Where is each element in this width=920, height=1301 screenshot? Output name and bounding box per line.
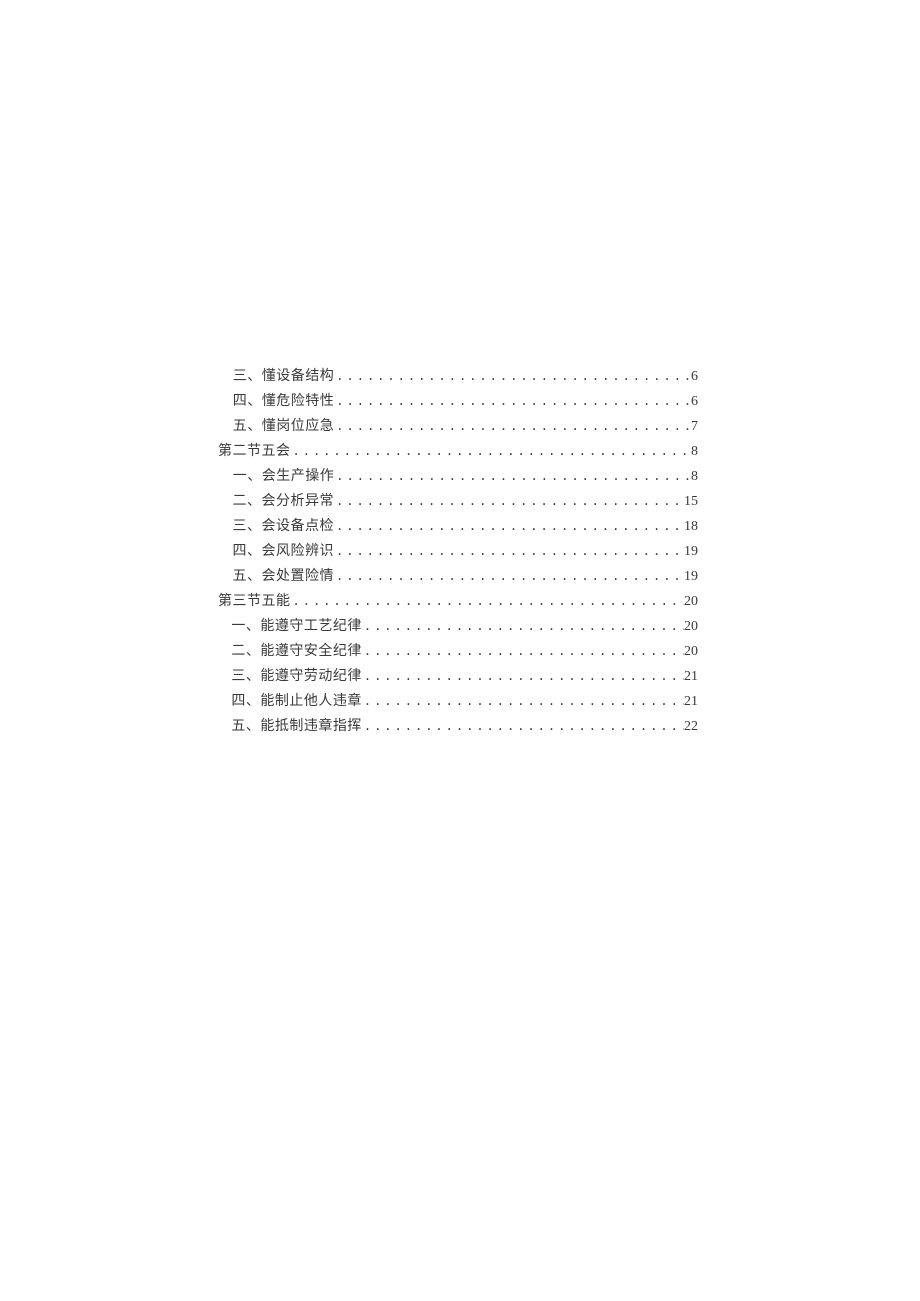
toc-entry: 三、会设备点检 18 [218,514,698,539]
toc-leader-dots [334,489,684,513]
toc-title: 五、能抵制违章指挥 [231,715,362,739]
toc-leader-dots [334,389,691,413]
toc-title: 三、能遵守劳动纪律 [231,665,362,689]
toc-title: 一、会生产操作 [233,465,335,489]
toc-page-number: 19 [684,565,698,589]
toc-title: 第二节五会 [218,440,291,464]
toc-leader-dots [362,639,684,663]
toc-title: 二、能遵守安全纪律 [231,640,362,664]
toc-entry: 第二节五会 8 [218,439,698,464]
toc-leader-dots [334,514,684,538]
toc-page-number: 8 [691,440,698,464]
toc-entry: 四、能制止他人违章 21 [218,689,698,714]
toc-leader-dots [334,464,691,488]
toc-entry: 一、能遵守工艺纪律 20 [218,614,698,639]
toc-page-number: 20 [684,615,698,639]
toc-title: 四、能制止他人违章 [231,690,362,714]
toc-entry: 三、能遵守劳动纪律 21 [218,664,698,689]
toc-leader-dots [362,689,684,713]
toc-page-number: 21 [684,665,698,689]
toc-page-number: 19 [684,540,698,564]
toc-entry: 二、会分析异常 15 [218,489,698,514]
toc-leader-dots [362,664,684,688]
toc-entry: 四、会风险辨识 19 [218,539,698,564]
toc-title: 三、会设备点检 [233,515,335,539]
toc-leader-dots [362,714,684,738]
toc-entry: 第三节五能 20 [218,589,698,614]
toc-title: 五、会处置险情 [233,565,335,589]
toc-page-number: 15 [684,490,698,514]
toc-page-number: 7 [691,415,698,439]
toc-page-number: 6 [691,390,698,414]
toc-page-number: 20 [684,590,698,614]
toc-title: 四、懂危险特性 [233,390,335,414]
toc-entry: 一、会生产操作 8 [218,464,698,489]
toc-leader-dots [334,364,691,388]
toc-page-number: 20 [684,640,698,664]
toc-entry: 五、会处置险情 19 [218,564,698,589]
toc-leader-dots [334,414,691,438]
toc-container: 三、懂设备结构 6 四、懂危险特性 6 五、懂岗位应急 7 第二节五会 8 一、… [218,364,698,739]
toc-title: 四、会风险辨识 [233,540,335,564]
toc-entry: 四、懂危险特性 6 [218,389,698,414]
toc-leader-dots [291,439,692,463]
toc-page-number: 6 [691,365,698,389]
toc-page-number: 8 [691,465,698,489]
toc-entry: 五、能抵制违章指挥 22 [218,714,698,739]
toc-page-number: 21 [684,690,698,714]
toc-entry: 二、能遵守安全纪律 20 [218,639,698,664]
toc-title: 一、能遵守工艺纪律 [231,615,362,639]
toc-page-number: 18 [684,515,698,539]
toc-entry: 三、懂设备结构 6 [218,364,698,389]
toc-leader-dots [362,614,684,638]
toc-leader-dots [334,564,684,588]
toc-title: 二、会分析异常 [233,490,335,514]
toc-page-number: 22 [684,715,698,739]
toc-entry: 五、懂岗位应急 7 [218,414,698,439]
toc-title: 第三节五能 [218,590,291,614]
toc-title: 五、懂岗位应急 [233,415,335,439]
toc-leader-dots [334,539,684,563]
toc-leader-dots [291,589,685,613]
toc-title: 三、懂设备结构 [233,365,335,389]
